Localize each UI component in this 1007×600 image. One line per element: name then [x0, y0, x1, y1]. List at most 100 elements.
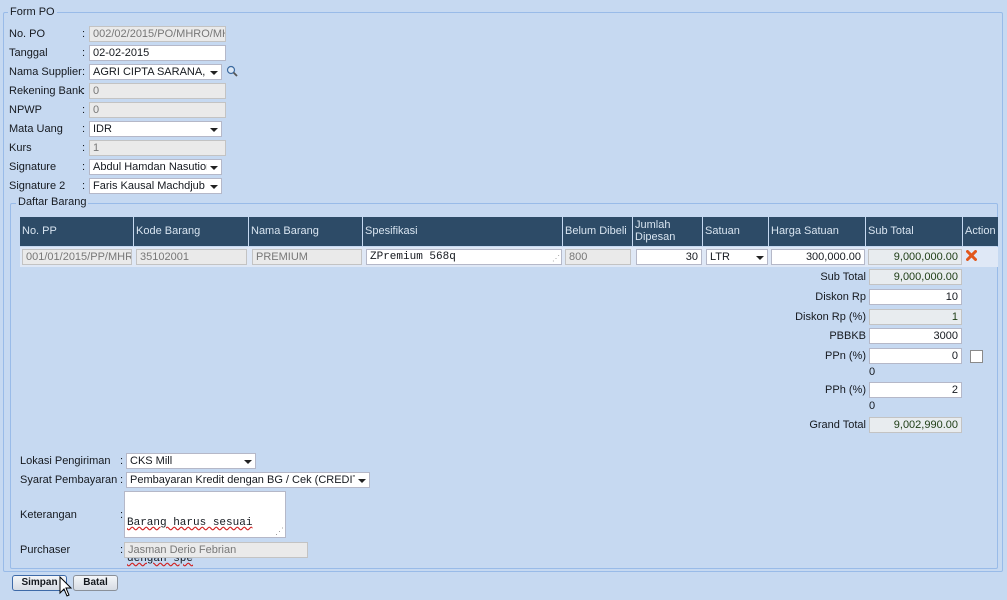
- col-header-spesifikasi[interactable]: Spesifikasi: [363, 217, 563, 246]
- mouse-cursor-icon: [59, 575, 73, 597]
- sub-total-label: Sub Total: [820, 271, 866, 283]
- colon: :: [82, 180, 86, 192]
- signature-label: Signature: [9, 161, 57, 173]
- rekening-field[interactable]: 0: [89, 83, 226, 99]
- rekening-label: Rekening Bank: [9, 85, 84, 97]
- lokasi-combo[interactable]: CKS Mill: [126, 453, 256, 469]
- colon: :: [82, 161, 86, 173]
- colon: :: [82, 142, 86, 154]
- tanggal-label: Tanggal: [9, 47, 48, 59]
- npwp-field[interactable]: 0: [89, 102, 226, 118]
- kurs-field[interactable]: 1: [89, 140, 226, 156]
- search-icon[interactable]: [226, 65, 238, 77]
- chevron-down-icon[interactable]: [241, 454, 255, 468]
- colon: :: [82, 66, 86, 78]
- supplier-label: Nama Supplier: [9, 66, 82, 78]
- row-belum-dibeli-field[interactable]: 800: [565, 249, 631, 265]
- row-harga-field[interactable]: 300,000.00: [771, 249, 865, 265]
- resize-grip-icon[interactable]: ⋰: [275, 528, 284, 537]
- col-header-no-pp[interactable]: No. PP: [20, 217, 134, 246]
- no-po-label: No. PO: [9, 28, 46, 40]
- chevron-down-icon[interactable]: [753, 250, 767, 264]
- col-header-sub-total[interactable]: Sub Total: [866, 217, 963, 246]
- chevron-down-icon[interactable]: [207, 122, 221, 136]
- signature2-label: Signature 2: [9, 180, 66, 192]
- col-header-nama-barang[interactable]: Nama Barang: [249, 217, 363, 246]
- daftar-barang-legend: Daftar Barang: [16, 196, 89, 208]
- chevron-down-icon[interactable]: [207, 65, 221, 79]
- colon: :: [82, 104, 86, 116]
- diskon-label: Diskon Rp: [815, 291, 866, 303]
- row-jumlah-field[interactable]: 30: [636, 249, 702, 265]
- col-header-belum-dibeli[interactable]: Belum Dibeli: [563, 217, 633, 246]
- row-kode-barang-field[interactable]: 35102001: [136, 249, 247, 265]
- row-satuan-value: LTR: [710, 251, 730, 263]
- pph-amount: 0: [869, 400, 876, 412]
- ppn-label: PPn (%): [825, 350, 866, 362]
- colon: :: [82, 123, 86, 135]
- grand-total-label: Grand Total: [809, 419, 866, 431]
- mata-uang-combo[interactable]: IDR: [89, 121, 222, 137]
- keterangan-label: Keterangan: [20, 509, 77, 521]
- signature-value: Abdul Hamdan Nasution: [93, 161, 213, 173]
- signature2-combo[interactable]: Faris Kausal Machdjub |: [89, 178, 222, 194]
- no-po-field[interactable]: 002/02/2015/PO/MHRO/MHS: [89, 26, 226, 42]
- chevron-down-icon[interactable]: [207, 160, 221, 174]
- grand-total-field[interactable]: 9,002,990.00: [869, 417, 962, 433]
- chevron-down-icon[interactable]: [207, 179, 221, 193]
- mata-uang-label: Mata Uang: [9, 123, 63, 135]
- pbbkb-field[interactable]: 3000: [869, 328, 962, 344]
- purchaser-label: Purchaser: [20, 544, 71, 556]
- col-header-jumlah-dipesan[interactable]: Jumlah Dipesan: [633, 217, 703, 246]
- ppn-amount: 0: [869, 366, 876, 378]
- colon: :: [120, 509, 124, 521]
- colon: :: [120, 544, 124, 556]
- sub-total-field[interactable]: 9,000,000.00: [869, 269, 962, 285]
- npwp-label: NPWP: [9, 104, 42, 116]
- col-header-satuan[interactable]: Satuan: [703, 217, 769, 246]
- row-no-pp-field[interactable]: 001/01/2015/PP/MHRO: [22, 249, 132, 265]
- resize-grip-icon[interactable]: ⋰: [552, 256, 560, 264]
- supplier-value: AGRI CIPTA SARANA, C: [93, 66, 217, 78]
- tanggal-field[interactable]: 02-02-2015: [89, 45, 226, 61]
- pbbkb-label: PBBKB: [829, 330, 866, 342]
- signature-combo[interactable]: Abdul Hamdan Nasution: [89, 159, 222, 175]
- delete-icon[interactable]: [966, 250, 977, 261]
- row-nama-barang-field[interactable]: PREMIUM: [252, 249, 362, 265]
- ppn-field[interactable]: 0: [869, 348, 962, 364]
- row-spesifikasi-field[interactable]: ZPremium 568q ⋰: [366, 249, 562, 265]
- col-header-harga-satuan[interactable]: Harga Satuan: [769, 217, 866, 246]
- supplier-combo[interactable]: AGRI CIPTA SARANA, C: [89, 64, 222, 80]
- signature2-value: Faris Kausal Machdjub |: [93, 180, 211, 192]
- keterangan-line-1: Barang harus sesuai: [127, 517, 253, 529]
- pph-field[interactable]: 2: [869, 382, 962, 398]
- colon: :: [82, 47, 86, 59]
- row-subtotal-field[interactable]: 9,000,000.00: [868, 249, 962, 265]
- syarat-combo[interactable]: Pembayaran Kredit dengan BG / Cek (CREDI…: [126, 472, 370, 488]
- col-header-jumlah-dipesan-label: Jumlah Dipesan: [635, 219, 676, 243]
- diskon-field[interactable]: 10: [869, 289, 962, 305]
- form-po-legend: Form PO: [8, 6, 57, 18]
- colon: :: [120, 455, 124, 467]
- syarat-value: Pembayaran Kredit dengan BG / Cek (CREDI…: [130, 474, 363, 486]
- colon: :: [82, 28, 86, 40]
- colon: :: [120, 474, 124, 486]
- col-header-action[interactable]: Action: [963, 217, 998, 246]
- col-header-kode-barang[interactable]: Kode Barang: [134, 217, 249, 246]
- colon: :: [82, 85, 86, 97]
- ppn-checkbox[interactable]: [970, 350, 983, 363]
- syarat-label: Syarat Pembayaran: [20, 474, 118, 486]
- keterangan-textarea[interactable]: Barang harus sesuai dengan spe ⋰: [124, 491, 286, 565]
- batal-button[interactable]: Batal: [73, 575, 118, 591]
- row-satuan-combo[interactable]: LTR: [706, 249, 768, 265]
- mata-uang-value: IDR: [93, 123, 112, 135]
- row-spesifikasi-value: ZPremium 568q: [370, 251, 456, 263]
- diskon-pct-field[interactable]: 1: [869, 309, 962, 325]
- chevron-down-icon[interactable]: [355, 473, 369, 487]
- pph-label: PPh (%): [825, 384, 866, 396]
- lokasi-value: CKS Mill: [130, 455, 173, 467]
- lokasi-label: Lokasi Pengiriman: [20, 455, 111, 467]
- purchaser-field[interactable]: Jasman Derio Febrian: [124, 542, 308, 558]
- diskon-pct-label: Diskon Rp (%): [795, 311, 866, 323]
- kurs-label: Kurs: [9, 142, 32, 154]
